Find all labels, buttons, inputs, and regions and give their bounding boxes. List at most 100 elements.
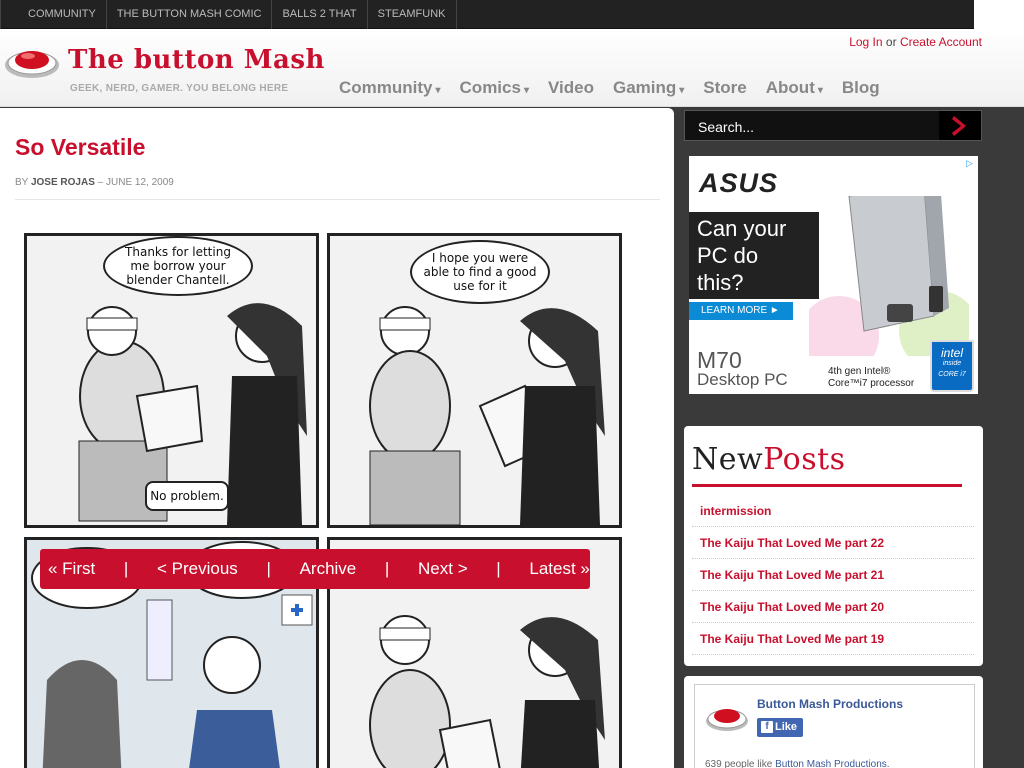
speech-bubble: Thanks for letting me borrow your blende… [103,236,253,296]
chevron-right-icon [952,116,966,136]
list-item[interactable]: The Kaiju That Loved Me part 22 [692,527,974,559]
list-item[interactable]: The Kaiju That Loved Me part 20 [692,591,974,623]
byline-sep: – [97,177,104,188]
topbar-link-community[interactable]: COMMUNITY [0,0,107,29]
intel-logo-line: intel [940,346,963,360]
nav-store-label: Store [703,78,747,97]
ad-model-name: M70 [697,347,742,373]
facebook-widget: Button Mash Productions f Like 639 peopl… [684,676,983,768]
ad-model: M70 Desktop PC [697,347,788,390]
nav-about-label: About [765,78,815,97]
comic-navigation: « First | < Previous | Archive | Next > … [40,549,590,589]
ad-headline-line: Can your [697,216,787,241]
auth-links: Log In or Create Account [849,35,982,49]
comic-latest-button[interactable]: Latest » [529,559,590,579]
comic-panel-2[interactable]: I hope you were able to find a good use … [327,233,622,528]
post-title[interactable]: So Versatile [15,134,145,161]
nav-video-label: Video [547,78,594,97]
ad-learn-more-button[interactable]: LEARN MORE ► [689,302,793,320]
nav-separator: | [384,559,390,578]
list-item[interactable]: The Kaiju That Loved Me part 19 [692,623,974,655]
new-posts-widget: NewPosts intermission The Kaiju That Lov… [684,426,983,666]
facebook-like-button[interactable]: f Like [757,718,803,737]
nav-separator: | [123,559,129,578]
facebook-like-count: 639 people like Button Mash Productions. [705,759,890,768]
nav-comics-label: Comics [459,78,521,97]
ad-fine-print: 4th gen Intel® Core™i7 processor [828,366,914,390]
intel-logo-line: inside [942,360,962,367]
topbar-link-steamfunk[interactable]: STEAMFUNK [368,0,457,29]
ad-fine-line: Core™i7 processor [828,378,915,389]
new-posts-title-b: Posts [763,442,846,477]
facebook-page-link[interactable]: Button Mash Productions. [775,759,890,768]
ad-product-image [809,196,969,356]
search-input[interactable]: Search... [698,119,754,135]
speech-bubble: No problem. [145,481,229,511]
ad-headline-line: this? [697,270,744,295]
button-logo-icon[interactable] [4,45,60,79]
nav-separator: | [496,559,501,578]
search-button[interactable] [939,111,981,140]
list-item[interactable]: intermission [692,495,974,527]
new-posts-title-a: New [692,442,764,477]
nav-separator: | [266,559,271,578]
facebook-like-label: Like [775,721,798,733]
nav-store[interactable]: Store [703,78,746,98]
list-item[interactable]: The Kaiju That Loved Me part 21 [692,559,974,591]
intel-logo-line: CORE i7 [938,371,966,378]
comic-previous-button[interactable]: < Previous [157,559,238,579]
nav-comics[interactable]: Comics ▾ [460,78,529,98]
new-posts-title: NewPosts [692,442,846,477]
nav-gaming[interactable]: Gaming ▾ [613,78,684,98]
post-byline: BY JOSE ROJAS – JUNE 12, 2009 [15,177,174,188]
top-bar: COMMUNITY THE BUTTON MASH COMIC BALLS 2 … [0,0,974,29]
ad-model-sub: Desktop PC [697,370,788,389]
login-link[interactable]: Log In [849,35,882,49]
nav-about[interactable]: About ▾ [766,78,823,98]
nav-community[interactable]: Community ▾ [339,78,441,98]
byline-by: BY [15,177,29,188]
create-account-link[interactable]: Create Account [900,35,982,49]
advertisement[interactable]: ▷ ASUS Can your PC do this? LEARN MORE ►… [689,156,978,394]
ad-headline: Can your PC do this? [689,212,819,299]
topbar-end [974,0,1024,29]
new-posts-list: intermission The Kaiju That Loved Me par… [692,495,974,655]
comic-panel-1[interactable]: Thanks for letting me borrow your blende… [24,233,319,528]
divider [15,199,660,200]
ad-headline-line: PC do [697,243,759,268]
chevron-down-icon: ▾ [435,85,441,96]
site-tagline: GEEK, NERD, GAMER. YOU BELONG HERE [70,83,289,94]
site-logo-text[interactable]: The button Mash [68,45,325,75]
facebook-count-text: 639 people like [705,759,773,768]
search-box[interactable]: Search... [684,110,982,141]
nav-blog-label: Blog [841,78,880,97]
topbar-link-button-mash-comic[interactable]: THE BUTTON MASH COMIC [107,0,273,29]
button-logo-icon [706,709,748,731]
chevron-down-icon: ▾ [817,85,823,96]
speech-bubble: I hope you were able to find a good use … [410,240,550,304]
divider [692,484,962,487]
site-header: The button Mash GEEK, NERD, GAMER. YOU B… [0,29,1024,107]
topbar-link-balls-2-that[interactable]: BALLS 2 THAT [272,0,368,29]
post-author[interactable]: JOSE ROJAS [31,177,95,188]
comic-first-button[interactable]: « First [48,559,95,579]
nav-video[interactable]: Video [548,78,594,98]
auth-or: or [885,35,897,49]
post-date: JUNE 12, 2009 [106,177,174,188]
ad-fine-line: 4th gen Intel® [828,366,891,377]
chevron-down-icon: ▾ [679,85,685,96]
facebook-page-name[interactable]: Button Mash Productions [757,697,903,711]
comic-archive-button[interactable]: Archive [300,559,357,579]
ad-choices-icon[interactable]: ▷ [966,158,976,168]
comic-next-button[interactable]: Next > [418,559,468,579]
main-nav: Community ▾ Comics ▾ Video Gaming ▾ Store A… [339,78,880,98]
ad-brand: ASUS [699,168,779,198]
intel-logo: intel inside CORE i7 [930,340,974,392]
chevron-down-icon: ▾ [523,85,529,96]
post-content: So Versatile BY JOSE ROJAS – JUNE 12, 20… [0,108,674,768]
nav-gaming-label: Gaming [612,78,677,97]
facebook-icon: f [761,721,773,733]
facebook-like-box: Button Mash Productions f Like 639 peopl… [694,684,975,768]
nav-blog[interactable]: Blog [842,78,880,98]
nav-community-label: Community [339,78,433,97]
